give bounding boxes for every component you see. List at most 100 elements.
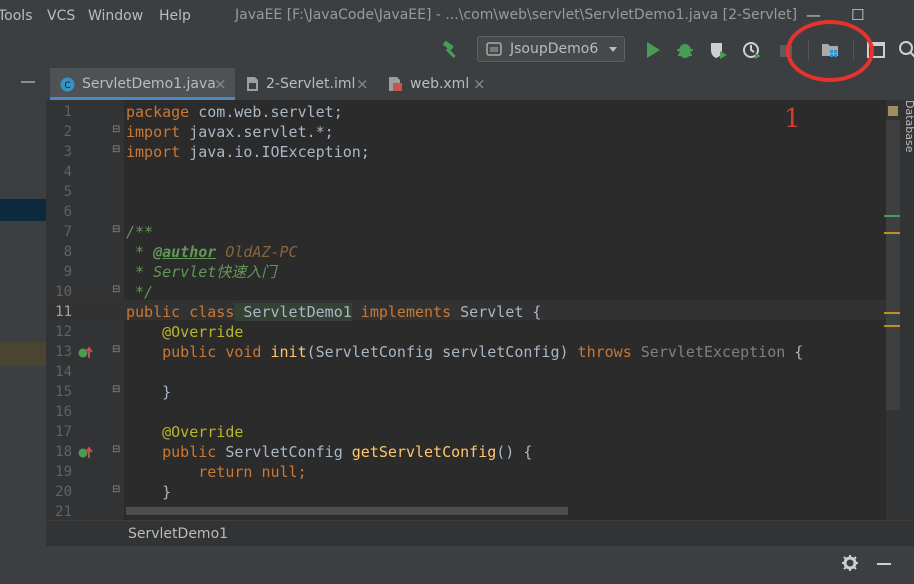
comment: * xyxy=(126,243,154,261)
project-panel-strip xyxy=(0,68,46,546)
javadoc-tag: @author xyxy=(153,243,217,261)
method-name: init xyxy=(261,343,307,361)
tab-servletdemo1[interactable]: C ServletDemo1.java × xyxy=(50,68,235,100)
line-number: 10 xyxy=(55,284,72,300)
code-line: public class ServletDemo1 implements Ser… xyxy=(126,302,541,322)
line-number: 20 xyxy=(55,484,72,500)
menu-help[interactable]: Help xyxy=(159,8,191,24)
vertical-scrollbar[interactable] xyxy=(886,120,900,410)
toolbar: JsoupDemo6 xyxy=(0,32,914,69)
annotation-circle xyxy=(786,20,874,82)
line-number: 15 xyxy=(55,384,72,400)
code-text: javax.servlet.*; xyxy=(180,123,334,141)
fold-marker-icon[interactable]: ⊟ xyxy=(112,280,120,300)
xml-file-icon xyxy=(389,77,402,91)
code-line: */ xyxy=(126,283,154,301)
code-line: import java.io.IOException; xyxy=(126,142,370,162)
debug-icon[interactable] xyxy=(675,40,695,60)
line-number: 7 xyxy=(63,224,72,240)
line-number: 12 xyxy=(55,324,72,340)
inspection-status-icon[interactable] xyxy=(888,106,898,116)
database-tool-label[interactable]: Database xyxy=(903,100,914,153)
tab-2-servlet-iml[interactable]: 2-Servlet.iml × xyxy=(238,68,374,100)
java-class-icon: C xyxy=(60,77,75,92)
code-line: /** xyxy=(126,223,154,241)
fold-marker-icon[interactable]: ⊟ xyxy=(112,140,120,160)
unresolved-type: ServletException xyxy=(631,343,786,361)
fold-marker-icon[interactable]: ⊟ xyxy=(112,340,120,360)
fold-marker-icon[interactable]: ⊟ xyxy=(112,380,120,400)
javadoc-value: OldAZ-PC xyxy=(216,243,298,261)
code-line: * Servlet快速入门 xyxy=(126,263,277,281)
keyword: public xyxy=(126,443,217,461)
horizontal-scrollbar[interactable] xyxy=(126,507,568,515)
window-title: JavaEE [F:\JavaCode\JavaEE] - ...\com\we… xyxy=(235,7,798,23)
code-text: { xyxy=(785,343,804,361)
run-configuration-select[interactable]: JsoupDemo6 xyxy=(477,36,625,62)
code-text: ServletConfig xyxy=(216,443,343,461)
code-line: import javax.servlet.*; xyxy=(126,122,334,142)
maximize-button[interactable]: ☐ xyxy=(851,6,864,24)
warning-marker xyxy=(884,325,900,327)
minimize-panel-icon[interactable] xyxy=(20,80,36,84)
keyword: implements xyxy=(351,303,452,321)
code-line: return null; xyxy=(126,462,307,482)
change-marker xyxy=(884,215,900,217)
line-number: 6 xyxy=(63,204,72,220)
tab-label: ServletDemo1.java xyxy=(82,76,216,92)
run-icon[interactable] xyxy=(643,40,663,60)
line-number: 5 xyxy=(63,184,72,200)
selected-tree-row[interactable] xyxy=(0,199,46,221)
tab-label: web.xml xyxy=(410,76,470,92)
close-tab-icon[interactable]: × xyxy=(214,75,227,93)
line-number: 9 xyxy=(63,264,72,280)
menu-vcs[interactable]: VCS xyxy=(47,8,75,24)
line-number: 4 xyxy=(63,164,72,180)
keyword: import xyxy=(126,123,181,141)
fold-marker-icon[interactable]: ⊟ xyxy=(112,480,120,500)
fold-marker-icon[interactable]: ⊟ xyxy=(112,440,120,460)
iml-file-icon xyxy=(247,77,258,91)
code-line: * @author OldAZ-PC xyxy=(126,242,298,262)
coverage-icon[interactable] xyxy=(708,40,728,60)
line-number: 2 xyxy=(63,124,72,140)
tab-label: 2-Servlet.iml xyxy=(266,76,356,92)
run-config-label: JsoupDemo6 xyxy=(510,41,599,57)
line-number: 13 xyxy=(55,344,72,360)
fold-marker-icon[interactable]: ⊟ xyxy=(112,120,120,140)
profile-icon[interactable] xyxy=(742,40,762,60)
chevron-down-icon xyxy=(609,47,617,52)
search-icon[interactable] xyxy=(898,40,914,60)
highlighted-tree-row[interactable] xyxy=(0,342,46,366)
code-line: public void init(ServletConfig servletCo… xyxy=(126,342,803,362)
code-text: ; xyxy=(297,463,307,481)
minimize-panel-icon[interactable] xyxy=(876,562,892,566)
svg-text:C: C xyxy=(64,81,70,91)
close-tab-icon[interactable]: × xyxy=(356,75,369,93)
menu-tools[interactable]: Tools xyxy=(0,8,33,24)
code-text: () { xyxy=(496,443,533,461)
implements-method-icon[interactable] xyxy=(78,446,94,460)
menu-window[interactable]: Window xyxy=(88,8,143,24)
line-number: 1 xyxy=(63,104,72,120)
hammer-icon[interactable] xyxy=(440,40,460,60)
line-number: 17 xyxy=(55,424,72,440)
tab-web-xml[interactable]: web.xml × xyxy=(380,68,490,100)
code-text: Servlet { xyxy=(451,303,542,321)
fold-marker-icon[interactable]: ⊟ xyxy=(112,220,120,240)
breadcrumb[interactable]: ServletDemo1 xyxy=(128,526,228,542)
line-number-current: 11 xyxy=(55,304,72,320)
code-line: } xyxy=(126,483,172,501)
warning-marker xyxy=(884,312,900,314)
line-number: 16 xyxy=(55,404,72,420)
implements-method-icon[interactable] xyxy=(78,346,94,360)
breadcrumb-bar: ServletDemo1 xyxy=(46,520,914,547)
code-editor[interactable]: 1 2 3 4 5 6 7 8 9 10 11 12 13 14 15 16 1… xyxy=(46,100,886,520)
close-tab-icon[interactable]: × xyxy=(473,75,486,93)
keyword: package xyxy=(126,103,190,121)
line-number: 8 xyxy=(63,244,72,260)
editor-tabs: C ServletDemo1.java × 2-Servlet.iml × we… xyxy=(46,68,914,101)
gear-icon[interactable] xyxy=(841,554,859,572)
line-number: 18 xyxy=(55,444,72,460)
code-line: } xyxy=(126,383,172,401)
